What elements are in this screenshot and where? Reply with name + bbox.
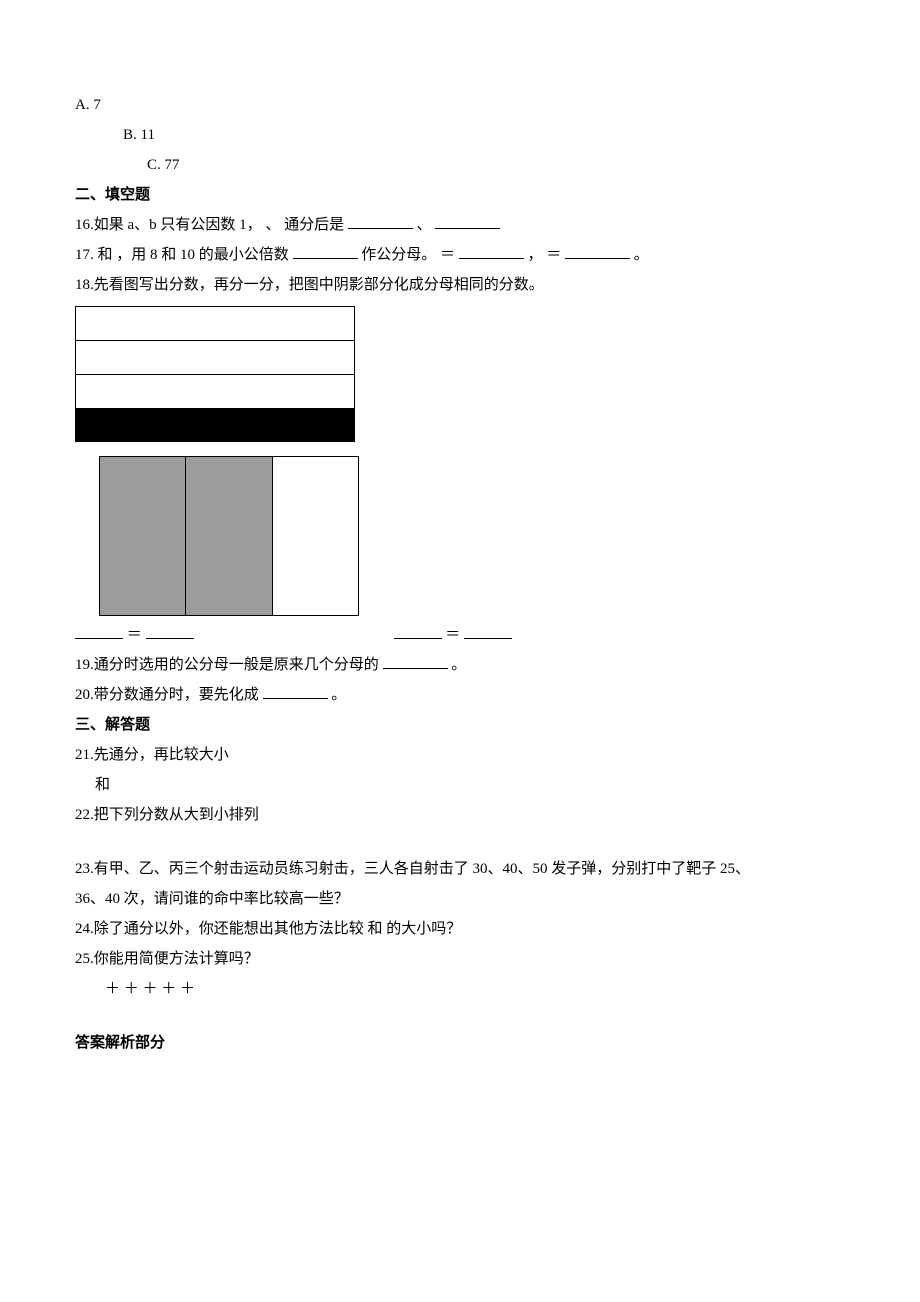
- fig2-cell-shaded: [186, 457, 272, 615]
- blank: [75, 623, 123, 639]
- figures: [75, 306, 845, 616]
- question-25-sub: ＋ ＋ ＋ ＋ ＋: [75, 974, 845, 1004]
- section-3-title: 三、解答题: [75, 710, 845, 740]
- fig2-cell-shaded: [100, 457, 186, 615]
- question-21-sub: 和: [75, 770, 845, 800]
- q16-sep: 、: [417, 217, 432, 233]
- question-24: 24.除了通分以外，你还能想出其他方法比较 和 的大小吗？: [75, 914, 845, 944]
- question-23-line2: 36、40 次，请问谁的命中率比较高一些？: [75, 884, 845, 914]
- question-19: 19.通分时选用的公分母一般是原来几个分母的 。: [75, 650, 845, 680]
- q18-eq-right: ＝: [394, 620, 513, 650]
- blank: [459, 243, 524, 259]
- q17-p1: 17. 和 ，用 8 和 10 的最小公倍数: [75, 247, 289, 263]
- question-20: 20.带分数通分时，要先化成 。: [75, 680, 845, 710]
- q17-p2: 作公分母。 ＝: [361, 247, 455, 263]
- blank: [435, 213, 500, 229]
- blank: [464, 623, 512, 639]
- q18-equations: ＝ ＝: [75, 620, 845, 650]
- q17-p4: 。: [634, 247, 649, 263]
- question-25: 25.你能用简便方法计算吗？: [75, 944, 845, 974]
- option-b: B. 11: [75, 120, 845, 150]
- fig1-row: [75, 340, 355, 374]
- q16-text: 16.如果 a、b 只有公因数 1， 、 通分后是: [75, 217, 344, 233]
- fig1-row-shaded: [75, 408, 355, 442]
- question-22: 22.把下列分数从大到小排列: [75, 800, 845, 830]
- fig1-row: [75, 306, 355, 340]
- fig2-cell: [273, 457, 358, 615]
- blank: [146, 623, 194, 639]
- option-c: C. 77: [75, 150, 845, 180]
- fig1-row: [75, 374, 355, 408]
- question-16: 16.如果 a、b 只有公因数 1， 、 通分后是 、: [75, 210, 845, 240]
- spacer: [75, 830, 845, 854]
- q20-p1: 20.带分数通分时，要先化成: [75, 687, 259, 703]
- blank: [293, 243, 358, 259]
- q20-p2: 。: [331, 687, 346, 703]
- q19-p2: 。: [451, 657, 466, 673]
- spacer: [75, 1004, 845, 1028]
- eq-sign: ＝: [445, 627, 460, 643]
- question-21: 21.先通分，再比较大小: [75, 740, 845, 770]
- blank: [394, 623, 442, 639]
- blank: [263, 683, 328, 699]
- question-18: 18.先看图写出分数，再分一分，把图中阴影部分化成分母相同的分数。: [75, 270, 845, 300]
- question-17: 17. 和 ，用 8 和 10 的最小公倍数 作公分母。 ＝ ， ＝ 。: [75, 240, 845, 270]
- figure-2: [99, 456, 359, 616]
- section-2-title: 二、填空题: [75, 180, 845, 210]
- q18-eq-left: ＝: [75, 620, 194, 650]
- q19-p1: 19.通分时选用的公分母一般是原来几个分母的: [75, 657, 379, 673]
- q17-p3: ， ＝: [528, 247, 562, 263]
- blank: [565, 243, 630, 259]
- blank: [348, 213, 413, 229]
- figure-1: [75, 306, 355, 442]
- option-a: A. 7: [75, 90, 845, 120]
- blank: [383, 653, 448, 669]
- question-23-line1: 23.有甲、乙、丙三个射击运动员练习射击，三人各自射击了 30、40、50 发子…: [75, 854, 845, 884]
- eq-sign: ＝: [127, 627, 142, 643]
- answer-section-title: 答案解析部分: [75, 1028, 845, 1058]
